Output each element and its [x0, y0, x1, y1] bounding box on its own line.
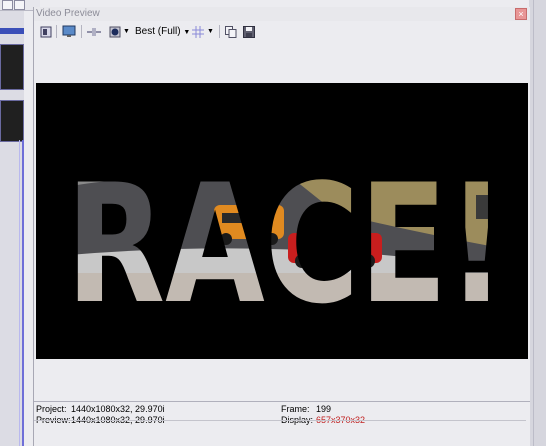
- close-icon[interactable]: ×: [515, 8, 527, 20]
- video-preview-window: Video Preview × ▼ Best (Full) ▼ ▼ Projec…: [33, 7, 530, 446]
- overlays-icon[interactable]: [108, 24, 122, 39]
- grid-dropdown-icon[interactable]: ▼: [207, 24, 214, 39]
- video-frame-image: RACE!: [66, 149, 506, 333]
- quality-dropdown-icon[interactable]: ▼: [183, 29, 190, 36]
- cursor-line: [22, 140, 24, 446]
- copy-snapshot-icon[interactable]: [224, 24, 238, 39]
- toolbar-separator: [81, 25, 82, 38]
- timeline-tool-icon[interactable]: [14, 0, 25, 10]
- quality-dropdown[interactable]: Best (Full) ▼: [135, 26, 190, 37]
- timeline-tool-icon[interactable]: [2, 0, 13, 10]
- preview-toolbar: ▼ Best (Full) ▼ ▼: [34, 22, 530, 42]
- timeline-track-strip: [0, 0, 40, 446]
- window-title: Video Preview: [36, 8, 100, 19]
- toolbar-separator: [219, 25, 220, 38]
- cursor-line: [19, 140, 20, 446]
- quality-label: Best (Full): [135, 26, 181, 37]
- toolbar-separator: [56, 25, 57, 38]
- project-value: 1440x1080x32, 29.970i: [71, 404, 165, 414]
- timeline-background: [529, 0, 546, 446]
- video-output-icon[interactable]: [39, 24, 53, 39]
- status-divider: [34, 420, 526, 421]
- track-thumbnail[interactable]: [0, 44, 24, 90]
- save-snapshot-icon[interactable]: [242, 24, 256, 39]
- preview-area: RACE!: [34, 45, 530, 401]
- split-screen-icon[interactable]: [86, 24, 102, 39]
- frame-value: 199: [316, 404, 332, 414]
- monitor-icon[interactable]: [61, 24, 77, 39]
- project-label: Project:: [36, 404, 67, 414]
- frame-label: Frame:: [281, 404, 310, 414]
- grid-icon[interactable]: [191, 24, 205, 39]
- status-bar: Project: 1440x1080x32, 29.970i Preview: …: [34, 401, 530, 426]
- grid-line: [533, 0, 534, 446]
- title-bar[interactable]: Video Preview ×: [34, 7, 530, 21]
- track-header-band: [0, 28, 24, 34]
- track-thumbnail[interactable]: [0, 100, 24, 142]
- overlays-dropdown-icon[interactable]: ▼: [123, 24, 130, 39]
- video-frame[interactable]: RACE!: [36, 83, 528, 359]
